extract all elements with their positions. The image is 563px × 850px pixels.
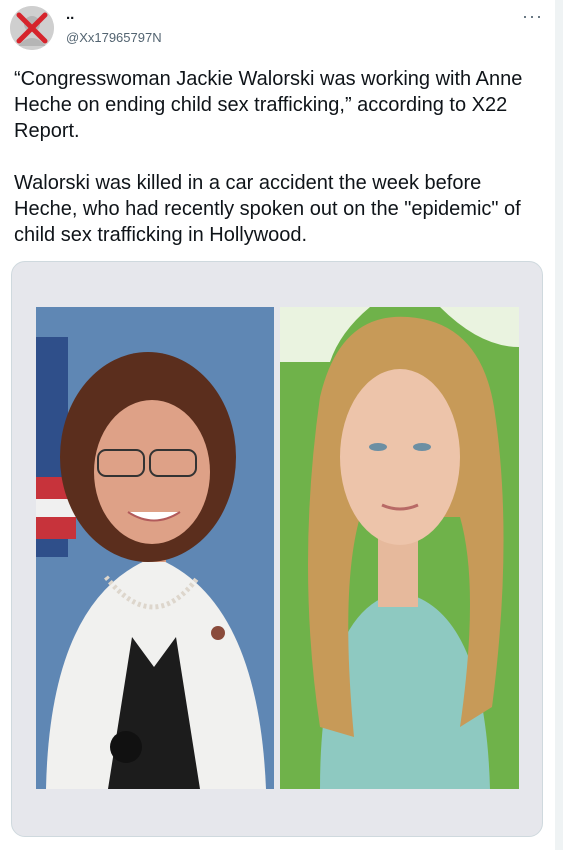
tweet-paragraph-1: “Congresswoman Jackie Walorski was worki… xyxy=(14,68,523,142)
tweet-media[interactable] xyxy=(11,261,543,837)
walorski-photo xyxy=(36,307,274,789)
tweet-text: “Congresswoman Jackie Walorski was worki… xyxy=(14,66,549,248)
more-options-icon[interactable]: ··· xyxy=(522,6,543,27)
heche-photo xyxy=(280,307,519,789)
author-handle[interactable]: @Xx17965797N xyxy=(66,30,162,45)
red-x-avatar-icon xyxy=(10,6,54,50)
display-name[interactable]: .. xyxy=(66,7,74,22)
tweet-paragraph-2: Walorski was killed in a car accident th… xyxy=(14,172,521,246)
author-avatar[interactable] xyxy=(10,6,54,50)
page-edge xyxy=(555,0,563,850)
